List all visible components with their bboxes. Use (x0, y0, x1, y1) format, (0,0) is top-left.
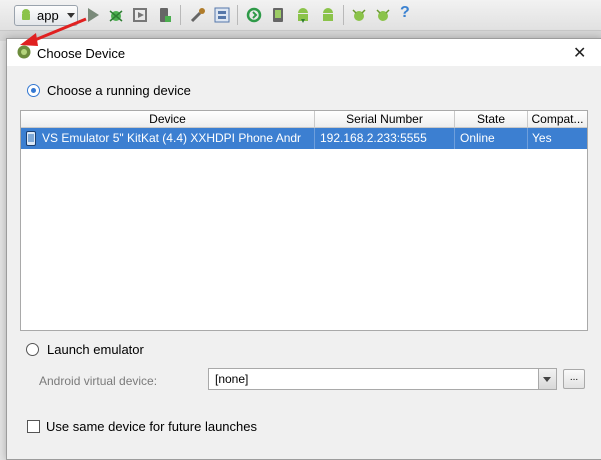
annotation-arrow-icon (20, 17, 87, 46)
